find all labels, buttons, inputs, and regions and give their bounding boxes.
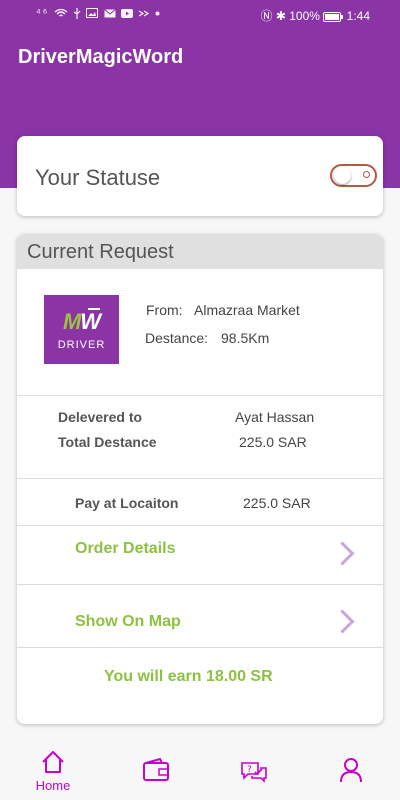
mail-icon [103,8,116,18]
from-label: From: [146,302,183,318]
home-icon [42,751,64,773]
show-on-map-row[interactable]: Show On Map [17,585,383,642]
driver-logo: MW DRIVER [44,295,119,364]
svg-text:?: ? [247,765,252,775]
more-dot-icon [155,11,160,16]
wifi-icon [54,8,68,17]
nfc-icon: Ⓝ [260,9,273,23]
nav-messages[interactable]: ? [203,740,303,800]
request-header: Current Request [17,234,383,269]
order-details-row[interactable]: Order Details [17,526,383,583]
status-card: Your Statuse [17,136,383,216]
distance-value: 98.5Km [221,330,270,346]
youtube-icon [120,8,133,18]
user-icon [340,758,362,783]
pay-value: 225.0 SAR [243,495,311,511]
nav-home-label: Home [35,778,71,793]
battery-icon [323,11,344,22]
toggle-off-indicator-icon [363,171,370,178]
clock: 1:44 [346,9,370,23]
from-value: Almazraa Market [194,302,300,318]
distance-label: Destance: [145,330,209,346]
divider [17,395,383,396]
wallet-icon [143,758,169,781]
system-indicators: Ⓝ ✱ 100% 1:44 [260,7,370,24]
bottom-navigation: Home ? [0,740,400,800]
show-on-map-label: Show On Map [75,613,181,630]
total-distance-value: 225.0 SAR [239,434,307,450]
app-title: DriverMagicWord [18,46,184,68]
signal-strength-label: ⁴⁶ [36,7,50,19]
current-request-card: Current Request MW DRIVER From: Almazraa… [17,234,383,724]
total-distance-label: Total Destance [58,434,157,450]
nav-wallet[interactable] [105,740,205,800]
status-label: Your Statuse [35,165,161,190]
request-title: Current Request [27,241,174,263]
earnings-text: You will earn 18.00 SR [104,668,273,685]
logo-letters: MW [62,309,101,334]
pay-label: Pay at Locaiton [75,495,179,511]
chevron-right-icon [330,541,355,566]
delivered-label: Delevered to [58,409,143,425]
bluetooth-icon: ✱ [275,9,286,23]
nav-home[interactable]: Home [3,740,103,800]
status-bar: ⁴⁶ Ⓝ ✱ 100% 1:44 [0,0,400,28]
toggle-knob [334,167,351,184]
delivered-value: Ayat Hassan [235,409,315,425]
status-toggle[interactable] [330,164,377,187]
chat-help-icon: ? [241,762,267,783]
chevron-right-icon [330,609,355,634]
divider [17,647,383,648]
signal-indicators: ⁴⁶ [36,7,160,19]
logo-caption: DRIVER [57,339,106,351]
battery-percent: 100% [289,9,320,23]
order-details-label: Order Details [75,540,176,557]
divider [17,478,383,479]
usb-icon [74,7,81,19]
speed-icon [138,10,149,17]
nav-profile[interactable] [300,740,400,800]
image-notification-icon [86,8,99,19]
